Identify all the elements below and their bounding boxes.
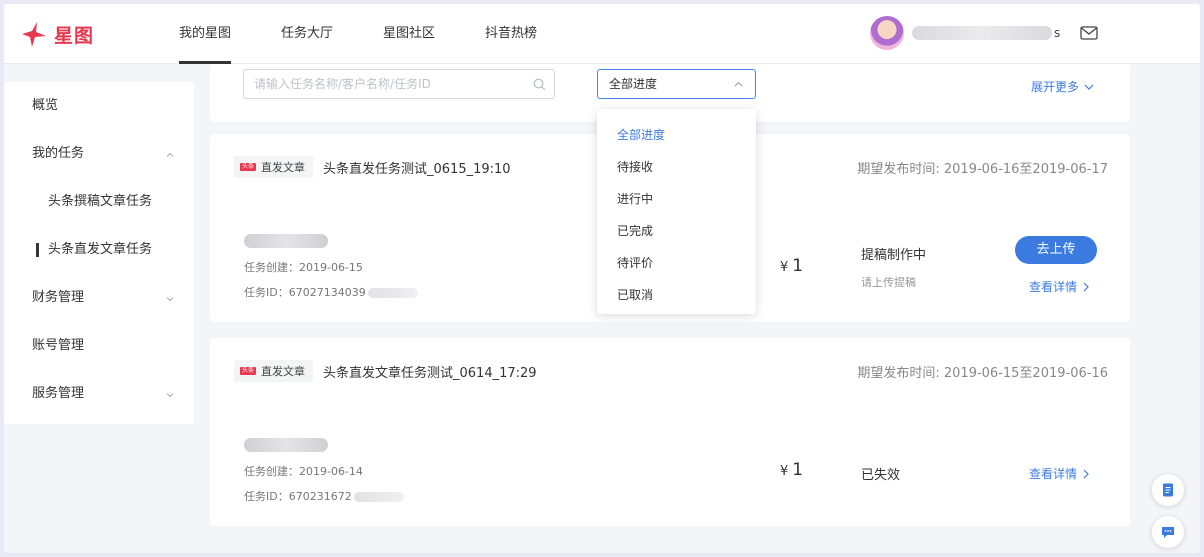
search-box bbox=[243, 69, 555, 99]
task-id: 任务ID：67027134039 bbox=[244, 284, 418, 300]
task-id-blurred bbox=[353, 492, 404, 502]
expected-publish-time: 期望发布时间: 2019-06-15至2019-06-16 bbox=[857, 366, 1108, 381]
task-type-label: 直发文章 bbox=[261, 365, 306, 378]
user-area: s bbox=[870, 16, 1098, 50]
app-window: 星图 我的星图 任务大厅 星图社区 抖音热榜 s 概览 我的任务 头条撰稿文章任… bbox=[4, 4, 1200, 553]
currency-symbol: ¥ bbox=[780, 260, 789, 275]
task-id-blurred bbox=[367, 288, 418, 298]
sidebar-item-label: 账号管理 bbox=[32, 338, 85, 353]
nav-task-hall[interactable]: 任务大厅 bbox=[266, 4, 348, 64]
mail-icon[interactable] bbox=[1080, 26, 1098, 40]
avatar[interactable] bbox=[870, 16, 904, 50]
task-type-tag: 头条 直发文章 bbox=[234, 360, 314, 382]
progress-dropdown-menu: 全部进度 待接收 进行中 已完成 待评价 已取消 bbox=[597, 109, 756, 314]
search-input[interactable] bbox=[244, 70, 533, 98]
chat-icon bbox=[1162, 527, 1174, 538]
nav-douyin-hot[interactable]: 抖音热榜 bbox=[470, 4, 552, 64]
view-details-link[interactable]: 查看详情 bbox=[1029, 278, 1089, 295]
dropdown-option-cancelled[interactable]: 已取消 bbox=[597, 279, 756, 311]
nav-community[interactable]: 星图社区 bbox=[368, 4, 450, 64]
price-value: 1 bbox=[792, 460, 804, 480]
dropdown-option-all[interactable]: 全部进度 bbox=[597, 119, 756, 151]
expand-more-link[interactable]: 展开更多 bbox=[1031, 78, 1094, 95]
progress-select-value: 全部进度 bbox=[609, 77, 658, 91]
task-type-label: 直发文章 bbox=[261, 161, 306, 174]
top-bar: 星图 我的星图 任务大厅 星图社区 抖音热榜 s bbox=[4, 4, 1200, 64]
price-value: 1 bbox=[792, 256, 804, 276]
toutiao-mini-badge: 头条 bbox=[240, 367, 257, 375]
sidebar-item-finance[interactable]: 财务管理 bbox=[4, 274, 194, 322]
chevron-right-icon bbox=[1083, 469, 1089, 478]
chevron-up-icon bbox=[166, 152, 174, 157]
chevron-right-icon bbox=[1083, 282, 1089, 291]
sidebar-item-label: 服务管理 bbox=[32, 386, 85, 401]
sidebar-item-label: 财务管理 bbox=[32, 290, 85, 305]
username-suffix: s bbox=[1054, 26, 1061, 40]
toutiao-mini-badge: 头条 bbox=[240, 163, 257, 171]
logo[interactable]: 星图 bbox=[20, 20, 94, 48]
task-status: 提稿制作中 bbox=[861, 248, 927, 263]
progress-select[interactable]: 全部进度 bbox=[597, 69, 756, 99]
task-price: ¥1 bbox=[780, 256, 803, 276]
task-title: 头条直发任务测试_0615_19:10 bbox=[323, 161, 511, 177]
sidebar-item-my-tasks[interactable]: 我的任务 bbox=[4, 130, 194, 178]
client-name-blurred bbox=[244, 438, 328, 452]
chevron-up-icon bbox=[734, 81, 743, 87]
chevron-down-icon bbox=[166, 393, 174, 398]
view-details-label: 查看详情 bbox=[1029, 467, 1078, 481]
task-created-date: 任务创建：2019-06-15 bbox=[244, 261, 363, 274]
task-type-tag: 头条 直发文章 bbox=[234, 156, 314, 178]
client-name-blurred bbox=[244, 234, 328, 248]
sidebar: 概览 我的任务 头条撰稿文章任务 头条直发文章任务 财务管理 账号管理 服务管理 bbox=[4, 82, 194, 424]
sidebar-item-draft-article-tasks[interactable]: 头条撰稿文章任务 bbox=[4, 178, 194, 226]
sidebar-item-label: 概览 bbox=[32, 98, 59, 113]
task-id: 任务ID：670231672 bbox=[244, 488, 404, 504]
task-card: 头条 直发文章 头条直发文章任务测试_0614_17:29 期望发布时间: 20… bbox=[210, 338, 1130, 526]
task-price: ¥1 bbox=[780, 460, 803, 480]
chevron-down-icon bbox=[1084, 84, 1094, 90]
main-nav: 我的星图 任务大厅 星图社区 抖音热榜 bbox=[164, 4, 572, 64]
nav-my-xingtu[interactable]: 我的星图 bbox=[164, 4, 246, 64]
expand-more-label: 展开更多 bbox=[1030, 80, 1079, 94]
dropdown-option-in-progress[interactable]: 进行中 bbox=[597, 183, 756, 215]
task-card-header: 头条 直发文章 头条直发任务测试_0615_19:10 bbox=[234, 156, 511, 178]
brand-name: 星图 bbox=[54, 24, 95, 47]
task-status-hint: 请上传提稿 bbox=[861, 276, 916, 289]
expected-publish-time: 期望发布时间: 2019-06-16至2019-06-17 bbox=[857, 162, 1108, 177]
document-icon bbox=[1163, 483, 1173, 497]
task-card-header: 头条 直发文章 头条直发文章任务测试_0614_17:29 bbox=[234, 360, 537, 382]
chat-float-button[interactable] bbox=[1152, 516, 1184, 548]
sidebar-item-label: 我的任务 bbox=[32, 146, 85, 161]
sidebar-item-label: 头条直发文章任务 bbox=[48, 242, 153, 257]
currency-symbol: ¥ bbox=[780, 464, 789, 479]
dropdown-option-to-review[interactable]: 待评价 bbox=[597, 247, 756, 279]
task-status: 已失效 bbox=[861, 468, 901, 483]
sidebar-item-label: 头条撰稿文章任务 bbox=[48, 194, 153, 209]
task-title: 头条直发文章任务测试_0614_17:29 bbox=[323, 365, 537, 381]
task-created-date: 任务创建：2019-06-14 bbox=[244, 465, 363, 478]
view-details-link[interactable]: 查看详情 bbox=[1029, 465, 1089, 482]
search-icon[interactable] bbox=[533, 78, 546, 91]
dropdown-option-pending[interactable]: 待接收 bbox=[597, 151, 756, 183]
sidebar-item-overview[interactable]: 概览 bbox=[4, 82, 194, 130]
star-logo-icon bbox=[22, 22, 46, 47]
dropdown-option-completed[interactable]: 已完成 bbox=[597, 215, 756, 247]
upload-button[interactable]: 去上传 bbox=[1015, 236, 1097, 264]
sidebar-item-service[interactable]: 服务管理 bbox=[4, 370, 194, 418]
sidebar-item-direct-article-tasks[interactable]: 头条直发文章任务 bbox=[4, 226, 194, 274]
chevron-down-icon bbox=[166, 297, 174, 302]
doc-float-button[interactable] bbox=[1152, 474, 1184, 506]
sidebar-item-account[interactable]: 账号管理 bbox=[4, 322, 194, 370]
view-details-label: 查看详情 bbox=[1029, 280, 1078, 294]
username-blurred[interactable] bbox=[912, 26, 1052, 40]
